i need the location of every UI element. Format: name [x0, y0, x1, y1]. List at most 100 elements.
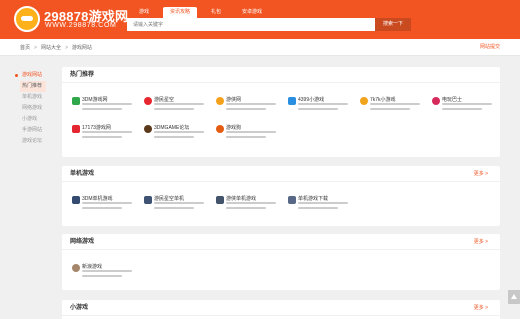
site-name[interactable]: 7k7k小游戏 — [370, 96, 396, 103]
site-logo-icon — [216, 196, 224, 204]
site-description-line — [154, 207, 194, 209]
site-name[interactable]: 游民星空 — [154, 96, 174, 103]
mascot-icon — [14, 6, 40, 32]
site-description-line — [298, 108, 338, 110]
sidebar-item[interactable]: 小游戏 — [14, 114, 60, 125]
site-description-line — [226, 103, 276, 105]
site-name[interactable]: 17173游戏网 — [82, 124, 111, 131]
sidebar-item[interactable]: 单机游戏 — [14, 92, 60, 103]
back-to-top-button[interactable] — [508, 290, 520, 304]
site-card[interactable]: 游侠网 — [216, 96, 278, 118]
logo-url: WWW.298878.COM — [45, 22, 117, 29]
site-description-line — [370, 108, 410, 110]
site-name[interactable]: 单机游戏下载 — [298, 195, 328, 202]
section-single: 单机游戏 更多 > 3DM单机游戏 游民星空单机 游侠单机游戏 单机游戏下载 — [62, 166, 500, 226]
site-header: 298878游戏网 WWW.298878.COM 游戏资讯攻略礼包安卓游戏 搜索… — [0, 0, 520, 39]
sidebar-item[interactable]: 网络游戏 — [14, 103, 60, 114]
submit-site-link[interactable]: 网站提交 — [480, 39, 500, 56]
sidebar-item[interactable]: 手游网站 — [14, 125, 60, 136]
site-name[interactable]: 电玩巴士 — [442, 96, 462, 103]
page: 298878游戏网 WWW.298878.COM 游戏资讯攻略礼包安卓游戏 搜索… — [0, 0, 520, 319]
more-link[interactable]: 更多 > — [474, 166, 488, 182]
site-name[interactable]: 3DM游戏网 — [82, 96, 108, 103]
search-tab[interactable]: 安卓游戏 — [235, 7, 269, 18]
site-logo-icon — [72, 125, 80, 133]
breadcrumb: 首页 > 网站大全 > 游戏网站 — [20, 39, 92, 56]
breadcrumb-item[interactable]: 游戏网站 — [72, 44, 92, 51]
site-description-line — [298, 103, 348, 105]
site-logo-icon — [144, 196, 152, 204]
search-tab[interactable]: 资讯攻略 — [163, 7, 197, 18]
site-logo-icon — [432, 97, 440, 105]
search-tab[interactable]: 礼包 — [199, 7, 233, 18]
site-name[interactable]: 3DM单机游戏 — [82, 195, 113, 202]
site-description-line — [154, 136, 194, 138]
site-logo-icon — [288, 196, 296, 204]
site-description-line — [82, 103, 132, 105]
site-card[interactable]: 游民星空单机 — [144, 195, 206, 217]
site-card[interactable]: 游民星空 — [144, 96, 206, 118]
site-card[interactable]: 单机游戏下载 — [288, 195, 350, 217]
site-logo-icon — [216, 125, 224, 133]
search-tab[interactable]: 游戏 — [127, 7, 161, 18]
site-logo-icon — [288, 97, 296, 105]
section-header: 网络游戏 更多 > — [62, 234, 500, 250]
site-card[interactable]: 游戏狗 — [216, 124, 278, 146]
section-online: 网络游戏 更多 > 新浪游戏 — [62, 234, 500, 290]
sidebar-item[interactable]: 热门推荐 — [20, 81, 46, 92]
site-description-line — [226, 207, 266, 209]
site-description-line — [82, 275, 122, 277]
site-name[interactable]: 游民星空单机 — [154, 195, 184, 202]
site-card[interactable]: 3DM游戏网 — [72, 96, 134, 118]
site-name[interactable]: 游侠网 — [226, 96, 241, 103]
site-card[interactable]: 3DMGAME论坛 — [144, 124, 206, 146]
site-name[interactable]: 4399小游戏 — [298, 96, 324, 103]
site-description-line — [82, 207, 122, 209]
site-description-line — [226, 136, 266, 138]
site-logo-icon — [216, 97, 224, 105]
site-logo[interactable]: 298878游戏网 WWW.298878.COM — [14, 4, 128, 34]
breadcrumb-item[interactable]: 网站大全 — [41, 44, 61, 51]
search-input[interactable] — [127, 18, 375, 31]
site-logo-icon — [72, 196, 80, 204]
search-tabs: 游戏 资讯攻略 礼包 安卓游戏 — [127, 7, 271, 18]
site-card[interactable]: 4399小游戏 — [288, 96, 350, 118]
search-button[interactable]: 搜索一下 — [375, 18, 411, 31]
site-logo-icon — [72, 264, 80, 272]
site-description-line — [82, 202, 132, 204]
site-card[interactable]: 新浪游戏 — [72, 263, 134, 285]
site-description-line — [82, 108, 122, 110]
site-description-line — [154, 202, 204, 204]
site-description-line — [442, 108, 482, 110]
site-description-line — [226, 202, 276, 204]
site-logo-icon — [144, 125, 152, 133]
site-logo-icon — [360, 97, 368, 105]
section-header: 热门推荐 — [62, 67, 500, 83]
site-description-line — [442, 103, 492, 105]
site-name[interactable]: 游侠单机游戏 — [226, 195, 256, 202]
section-header: 单机游戏 更多 > — [62, 166, 500, 182]
site-card[interactable]: 17173游戏网 — [72, 124, 134, 146]
site-description-line — [298, 207, 338, 209]
breadcrumb-item[interactable]: 首页 — [20, 44, 30, 51]
site-card[interactable]: 7k7k小游戏 — [360, 96, 422, 118]
section-header: 小游戏 更多 > — [62, 300, 500, 316]
site-description-line — [82, 136, 122, 138]
more-link[interactable]: 更多 > — [474, 300, 488, 316]
section-mini: 小游戏 更多 > — [62, 300, 500, 319]
sidebar-item[interactable]: 游戏论坛 — [14, 136, 60, 147]
site-card[interactable]: 3DM单机游戏 — [72, 195, 134, 217]
site-card[interactable]: 电玩巴士 — [432, 96, 494, 118]
category-sidebar: 游戏网站 热门推荐 单机游戏 网络游戏 小游戏 手游网站 游戏论坛 — [14, 70, 60, 147]
site-name[interactable]: 3DMGAME论坛 — [154, 124, 189, 131]
section-title: 热门推荐 — [70, 72, 95, 78]
site-logo-icon — [72, 97, 80, 105]
site-name[interactable]: 游戏狗 — [226, 124, 241, 131]
site-name[interactable]: 新浪游戏 — [82, 263, 102, 270]
section-hot: 热门推荐 3DM游戏网 游民星空 游侠网 4399小游戏 7k7k小游戏 电玩巴士 17173… — [62, 67, 500, 157]
site-card[interactable]: 游侠单机游戏 — [216, 195, 278, 217]
more-link[interactable]: 更多 > — [474, 234, 488, 250]
site-description-line — [154, 103, 204, 105]
sidebar-item[interactable]: 游戏网站 — [14, 70, 60, 81]
site-description-line — [154, 108, 194, 110]
